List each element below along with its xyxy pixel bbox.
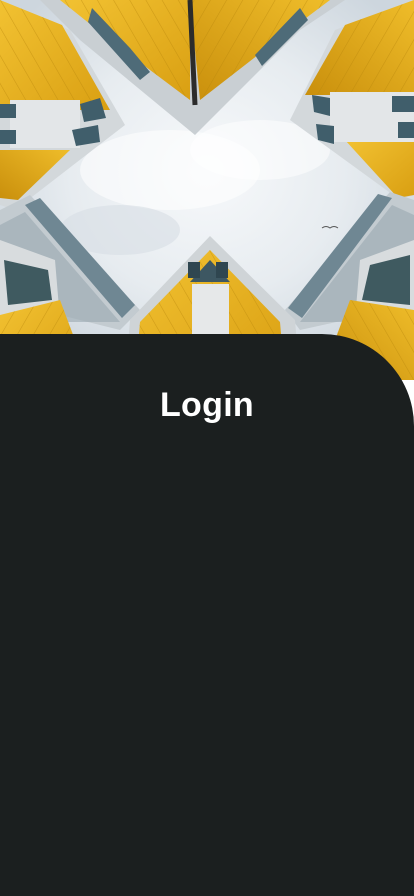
cube-houses-photo (0, 0, 414, 380)
login-screen: Login (0, 0, 414, 896)
page-title: Login (159, 386, 255, 424)
login-panel: Login (0, 334, 414, 896)
hero-image (0, 0, 414, 380)
